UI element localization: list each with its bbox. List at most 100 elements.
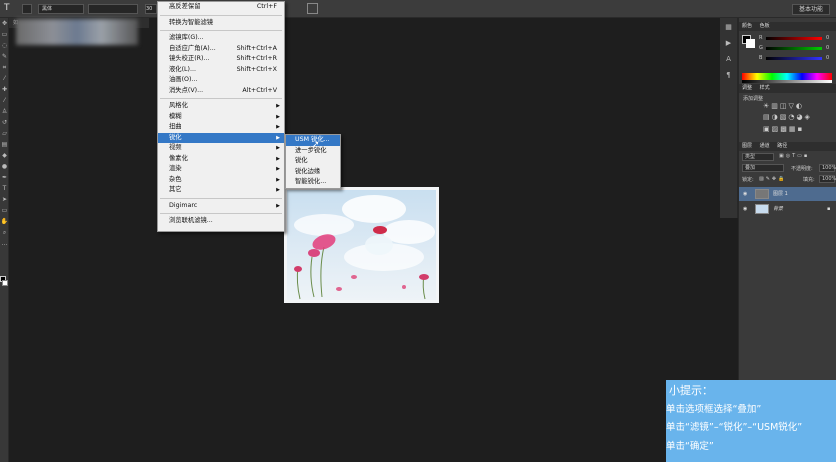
dodge-tool-icon[interactable]: ● <box>0 161 9 172</box>
tip-line: 单击选项框选择“叠加” <box>666 404 762 415</box>
marquee-tool-icon[interactable]: ▭ <box>0 29 9 40</box>
red-slider[interactable] <box>766 37 822 40</box>
color-spectrum[interactable] <box>742 73 832 80</box>
filter-menu: 高反差保留 Ctrl+F 转换为智能滤镜 滤镜库(G)... 自适应广角(A)..… <box>157 1 285 232</box>
menu-item-render[interactable]: 渲染 ▶ <box>158 164 284 175</box>
brush-tool-icon[interactable]: ⁄ <box>0 95 9 106</box>
menu-item-high-pass[interactable]: 高反差保留 Ctrl+F <box>158 2 284 13</box>
adjustment-icons-row-1[interactable]: ☀▥◫▽◐ <box>763 102 804 110</box>
grayscale-ramp[interactable] <box>742 80 832 83</box>
gradient-tool-icon[interactable]: ▤ <box>0 139 9 150</box>
submenu-arrow-icon: ▶ <box>276 134 280 141</box>
paragraph-panel-icon[interactable]: ¶ <box>724 71 734 81</box>
layer-filter-icons[interactable]: ▣◎T▭▪ <box>779 153 809 159</box>
submenu-arrow-icon: ▶ <box>276 166 280 172</box>
tab-layers[interactable]: 图层 <box>739 143 755 149</box>
menu-item-stylize[interactable]: 风格化 ▶ <box>158 101 284 112</box>
menu-item-sharpen-edges[interactable]: 锐化边缘 <box>286 167 340 178</box>
workspace-button[interactable]: 基本功能 <box>792 4 830 15</box>
layer-name: 背景 <box>773 206 784 212</box>
tab-color[interactable]: 颜色 <box>739 23 755 29</box>
move-tool-icon[interactable]: ✥ <box>0 18 9 29</box>
menu-item-browse-online-filters[interactable]: 浏览联机滤镜... <box>158 216 284 227</box>
font-family-select[interactable]: 黑体 <box>38 4 84 14</box>
menu-item-lens-correction[interactable]: 镜头校正(R)... Shift+Ctrl+R <box>158 54 284 65</box>
submenu-arrow-icon: ▶ <box>276 124 280 130</box>
blue-slider[interactable] <box>766 57 822 60</box>
eye-icon[interactable]: ◉ <box>743 187 747 201</box>
eye-icon[interactable]: ◉ <box>743 202 747 216</box>
blurred-region <box>16 19 138 45</box>
font-style-select[interactable] <box>88 4 138 14</box>
lasso-tool-icon[interactable]: ◌ <box>0 40 9 51</box>
layer-row[interactable]: ◉ 图层 1 <box>739 187 836 201</box>
history-brush-tool-icon[interactable]: ↺ <box>0 117 9 128</box>
lock-icons[interactable]: ▨✎✥🔒 <box>759 176 786 182</box>
menu-item-other[interactable]: 其它 ▶ <box>158 185 284 196</box>
menu-item-filter-gallery[interactable]: 滤镜库(G)... <box>158 33 284 44</box>
edit-toolbar-icon[interactable]: … <box>0 238 9 249</box>
background-color-swatch[interactable] <box>2 280 8 286</box>
pen-tool-icon[interactable]: ✒ <box>0 172 9 183</box>
crop-tool-icon[interactable]: ⌗ <box>0 62 9 73</box>
menu-item-liquify[interactable]: 液化(L)... Shift+Ctrl+X <box>158 65 284 76</box>
tab-adjustments[interactable]: 调整 <box>739 85 755 91</box>
fill-field[interactable]: 100% <box>819 175 836 183</box>
submenu-arrow-icon: ▶ <box>276 145 280 151</box>
menu-item-convert-smart-filter[interactable]: 转换为智能滤镜 <box>158 18 284 29</box>
type-tool-side-icon[interactable]: T <box>0 183 9 194</box>
menu-item-noise[interactable]: 杂色 ▶ <box>158 175 284 186</box>
menu-item-smart-sharpen[interactable]: 智能锐化... <box>286 177 340 188</box>
menu-item-adaptive-wide-angle[interactable]: 自适应广角(A)... Shift+Ctrl+A <box>158 44 284 55</box>
history-panel-icon[interactable]: ▦ <box>724 23 734 33</box>
menu-item-vanishing-point[interactable]: 消失点(V)... Alt+Ctrl+V <box>158 86 284 97</box>
healing-tool-icon[interactable]: ✚ <box>0 84 9 95</box>
lock-label: 锁定: <box>742 177 754 183</box>
menu-item-distort[interactable]: 扭曲 ▶ <box>158 122 284 133</box>
lock-icon: ▪ <box>827 206 831 212</box>
font-size-select[interactable]: 30 <box>145 4 157 14</box>
shape-tool-icon[interactable]: ▭ <box>0 205 9 216</box>
blend-mode-select[interactable]: 叠加 <box>742 164 784 172</box>
menu-item-video[interactable]: 视频 ▶ <box>158 143 284 154</box>
character-panel-icon[interactable]: A <box>724 55 734 65</box>
path-select-tool-icon[interactable]: ➤ <box>0 194 9 205</box>
stamp-tool-icon[interactable]: ♙ <box>0 106 9 117</box>
channel-r-label: R <box>759 35 763 41</box>
layer-row[interactable]: ◉ 背景 ▪ <box>739 202 836 216</box>
layer-name: 图层 1 <box>773 191 788 197</box>
menu-item-pixelate[interactable]: 像素化 ▶ <box>158 154 284 165</box>
layers-panel-tabs: 图层 通道 路径 <box>739 142 836 151</box>
bg-color-chip[interactable] <box>746 39 755 48</box>
eraser-tool-icon[interactable]: ▱ <box>0 128 9 139</box>
menu-item-blur[interactable]: 模糊 ▶ <box>158 112 284 123</box>
tab-paths[interactable]: 路径 <box>774 143 790 149</box>
adjustment-icons-row-3[interactable]: ▣▨▩▦▪ <box>763 125 804 133</box>
type-tool-icon[interactable]: T <box>4 3 18 15</box>
menu-item-digimarc[interactable]: Digimarc ▶ <box>158 201 284 212</box>
submenu-arrow-icon: ▶ <box>276 176 280 183</box>
actions-panel-icon[interactable]: ▶ <box>724 39 734 49</box>
orientation-toggle[interactable] <box>22 4 32 14</box>
document-canvas-image <box>284 187 439 303</box>
opacity-field[interactable]: 100% <box>819 164 836 172</box>
menu-item-oil-paint[interactable]: 油画(O)... <box>158 75 284 86</box>
eyedropper-tool-icon[interactable]: ⁄ <box>0 73 9 84</box>
tab-channels[interactable]: 通道 <box>757 143 773 149</box>
menu-item-sharpen-basic[interactable]: 锐化 <box>286 156 340 167</box>
layer-filter-kind-select[interactable]: 类型 <box>742 153 774 161</box>
submenu-arrow-icon: ▶ <box>276 187 280 193</box>
channel-b-label: B <box>759 55 763 61</box>
blur-tool-icon[interactable]: ◆ <box>0 150 9 161</box>
channel-r-value: 0 <box>826 35 830 41</box>
menu-item-sharpen[interactable]: 锐化 ▶ <box>158 132 284 143</box>
quick-select-tool-icon[interactable]: ✎ <box>0 51 9 62</box>
hand-tool-icon[interactable]: ✋ <box>0 216 9 227</box>
panels-toggle-icon[interactable] <box>307 3 318 14</box>
zoom-tool-icon[interactable]: ⌕ <box>0 227 9 238</box>
green-slider[interactable] <box>766 47 822 50</box>
tab-styles[interactable]: 样式 <box>757 85 773 91</box>
channel-b-value: 0 <box>826 55 830 61</box>
tab-swatches[interactable]: 色板 <box>757 23 773 29</box>
adjustment-icons-row-2[interactable]: ▤◑▧◔◕◈ <box>763 113 812 121</box>
